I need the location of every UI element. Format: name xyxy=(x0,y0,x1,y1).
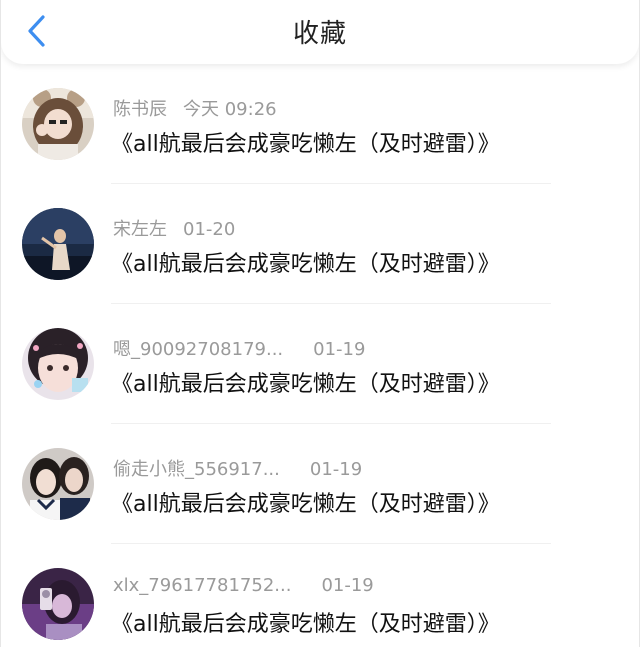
avatar[interactable] xyxy=(22,328,94,400)
list-item[interactable]: 嗯_90092708179... 01-19 《all航最后会成豪吃懒左（及时避雷… xyxy=(1,304,639,424)
username[interactable]: 偷走小熊_556917... xyxy=(113,455,280,481)
list-item[interactable]: 偷走小熊_556917... 01-19 《all航最后会成豪吃懒左（及时避雷）》 xyxy=(1,424,639,544)
list-item[interactable]: 宋左左 01-20 《all航最后会成豪吃懒左（及时避雷）》 xyxy=(1,184,639,304)
list-item[interactable]: xlx_79617781752... 01-19 《all航最后会成豪吃懒左（及时… xyxy=(1,544,639,647)
favorites-list: 陈书辰 今天 09:26 《all航最后会成豪吃懒左（及时避雷）》 宋左左 01-2… xyxy=(1,64,639,647)
avatar[interactable] xyxy=(22,568,94,640)
avatar[interactable] xyxy=(22,88,94,160)
timestamp: 01-19 xyxy=(313,339,366,360)
message-subject[interactable]: 《all航最后会成豪吃懒左（及时避雷）》 xyxy=(111,246,500,278)
message-subject[interactable]: 《all航最后会成豪吃懒左（及时避雷）》 xyxy=(111,366,500,398)
page-title: 收藏 xyxy=(292,19,347,49)
username[interactable]: 宋左左 xyxy=(113,215,167,241)
header-bar: 收藏 xyxy=(1,0,639,64)
username[interactable]: xlx_79617781752... xyxy=(113,575,291,596)
timestamp: 今天 09:26 xyxy=(183,99,277,120)
favorites-page: 收藏 陈书辰 今天 09:26 《all航最后会成豪吃懒左（及时避雷）》 宋左左… xyxy=(0,0,640,647)
list-item[interactable]: 陈书辰 今天 09:26 《all航最后会成豪吃懒左（及时避雷）》 xyxy=(1,64,639,184)
avatar[interactable] xyxy=(22,208,94,280)
message-subject[interactable]: 《all航最后会成豪吃懒左（及时避雷）》 xyxy=(111,126,500,158)
timestamp: 01-20 xyxy=(183,219,236,240)
avatar[interactable] xyxy=(22,448,94,520)
message-subject[interactable]: 《all航最后会成豪吃懒左（及时避雷）》 xyxy=(111,606,500,638)
timestamp: 01-19 xyxy=(309,459,363,480)
message-subject[interactable]: 《all航最后会成豪吃懒左（及时避雷）》 xyxy=(111,486,500,518)
username[interactable]: 陈书辰 xyxy=(113,95,167,121)
timestamp: 01-19 xyxy=(321,575,374,596)
username[interactable]: 嗯_90092708179... xyxy=(113,335,283,361)
